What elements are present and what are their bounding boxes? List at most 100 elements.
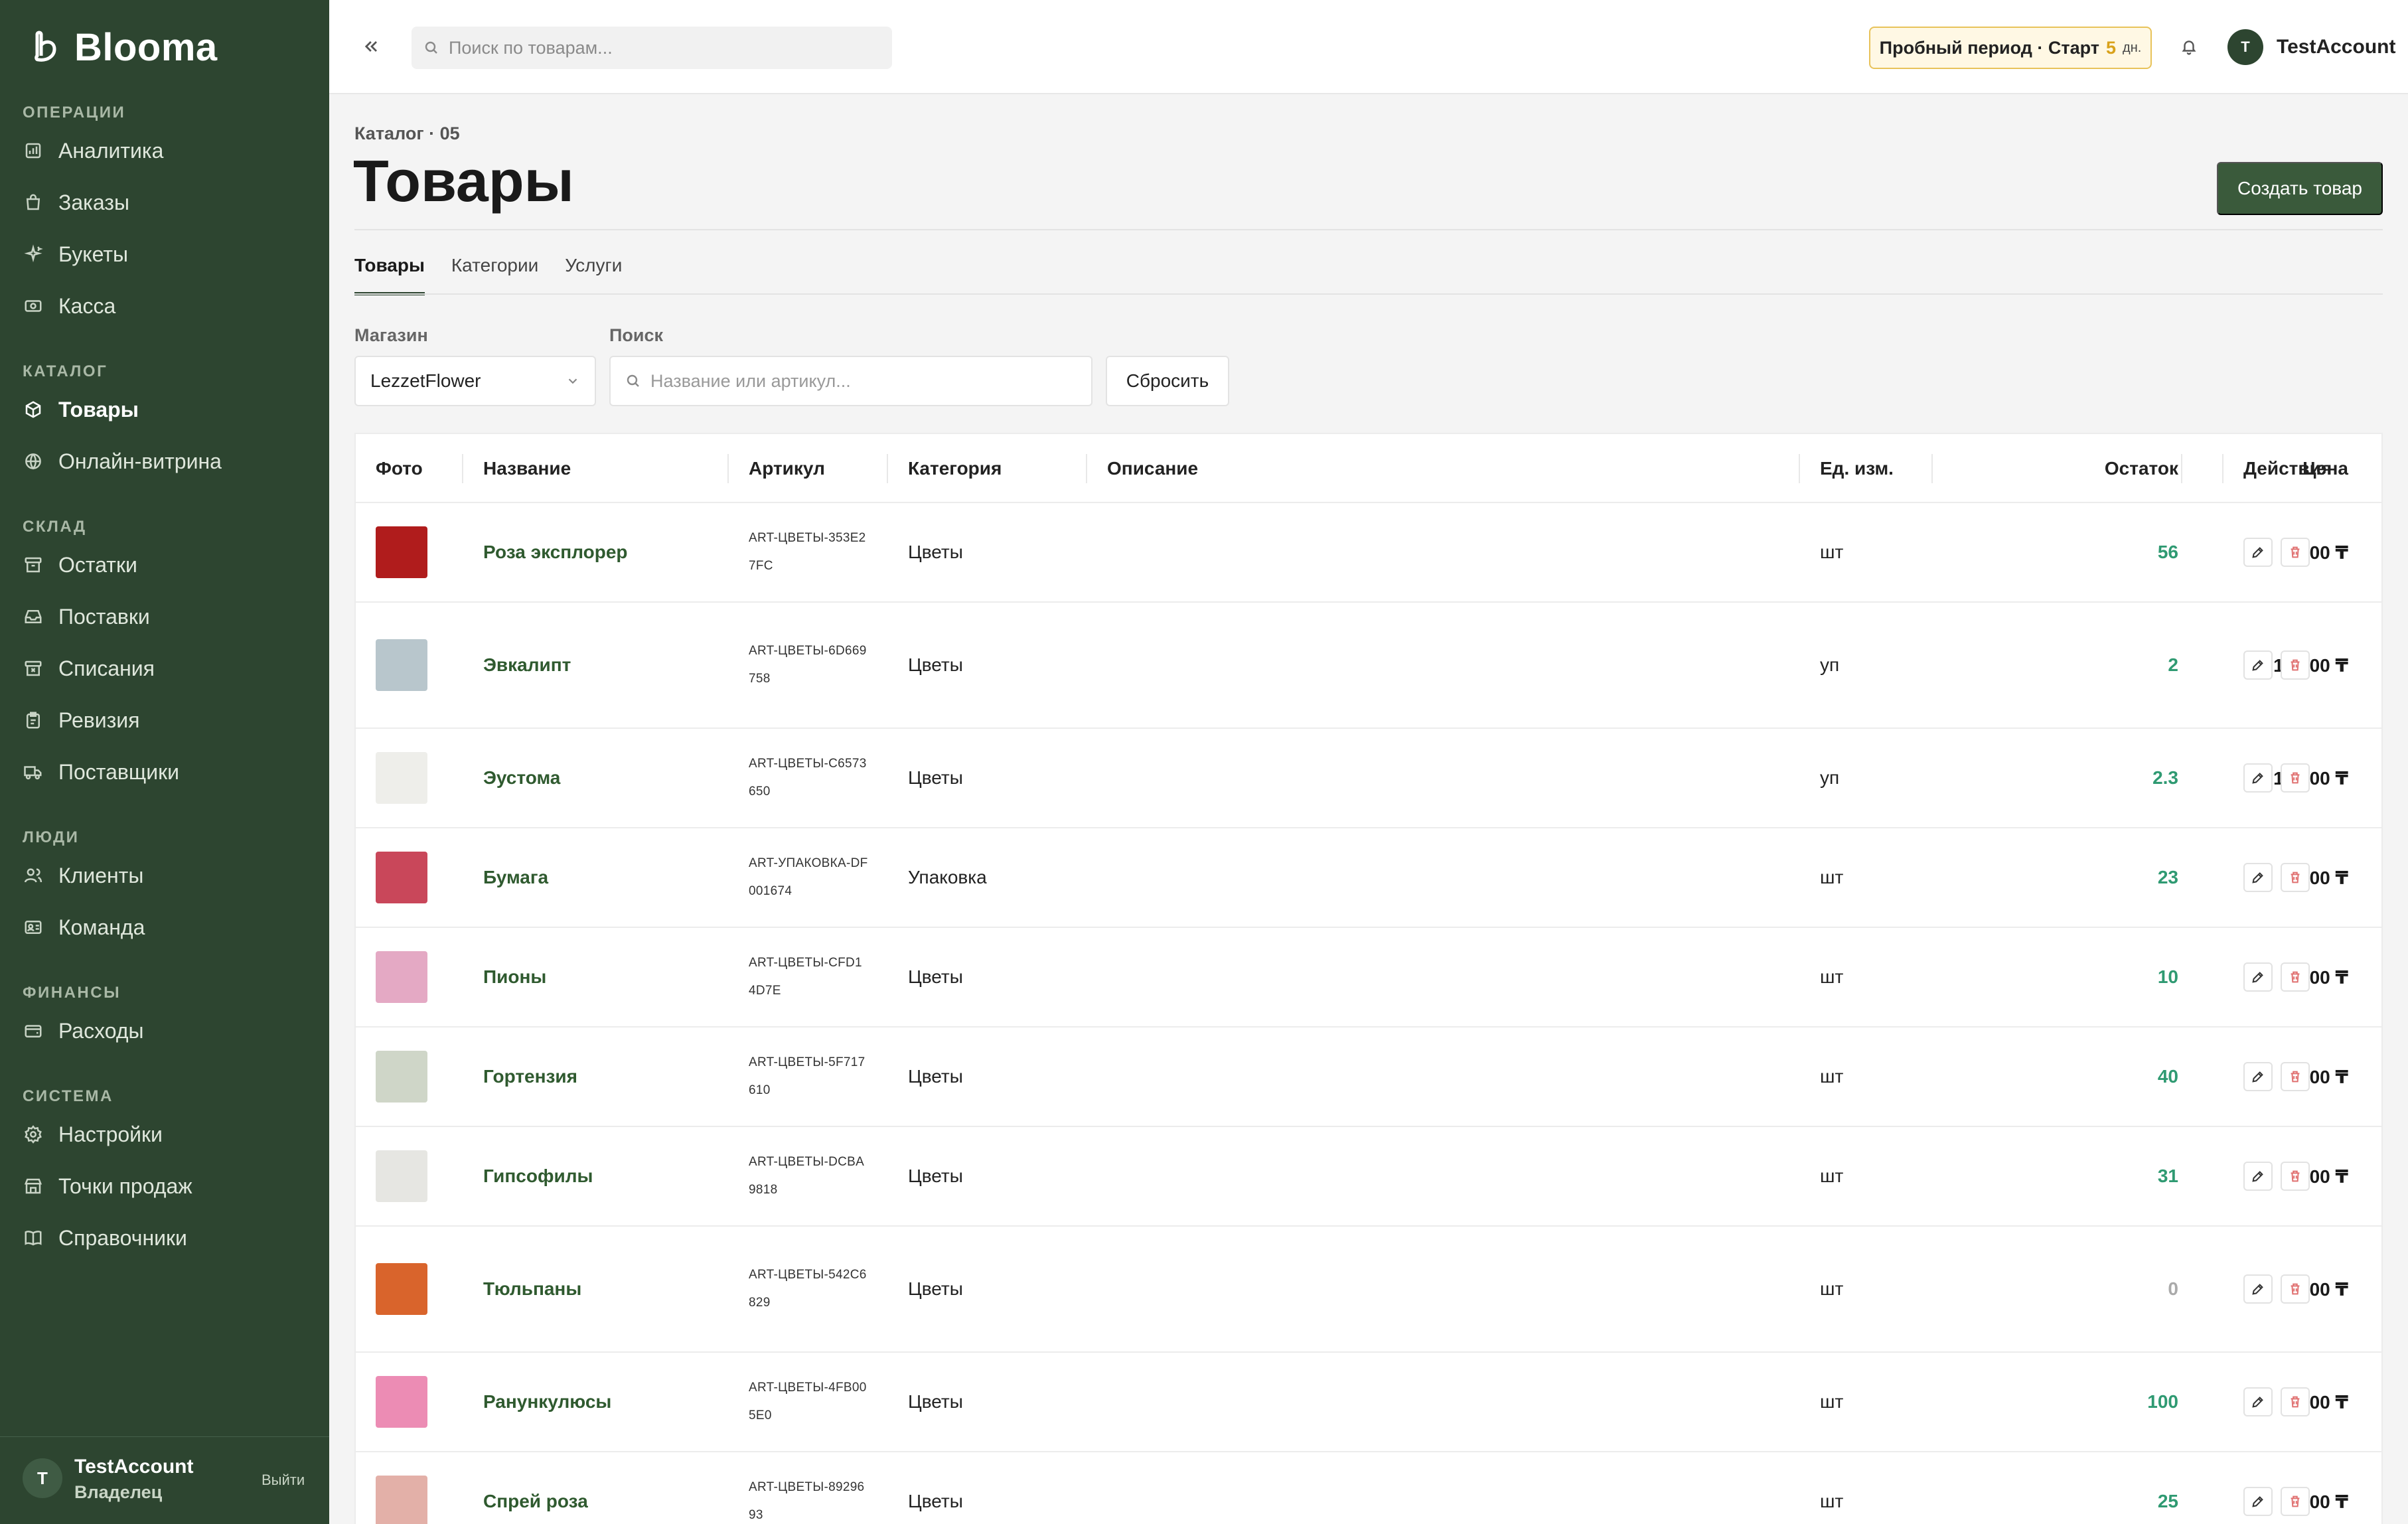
edit-button[interactable] (2243, 962, 2273, 992)
account-menu[interactable]: T TestAccount (2227, 29, 2395, 65)
sidebar-item-sparkle[interactable]: Букеты (23, 234, 315, 275)
edit-button[interactable] (2243, 650, 2273, 680)
column-header-unit[interactable]: Ед. изм. (1799, 434, 1894, 503)
delete-button[interactable] (2281, 1274, 2310, 1304)
sidebar-item-inbox[interactable]: Поставки (23, 596, 315, 637)
product-name-link[interactable]: Пионы (483, 966, 546, 988)
tab-services[interactable]: Услуги (565, 255, 622, 295)
account-name: TestAccount (2277, 36, 2396, 58)
product-photo[interactable] (376, 1376, 427, 1428)
edit-button[interactable] (2243, 863, 2273, 892)
edit-button[interactable] (2243, 1387, 2273, 1416)
product-name-link[interactable]: Гортензия (483, 1066, 577, 1087)
delete-button[interactable] (2281, 650, 2310, 680)
sidebar-item-archive[interactable]: Остатки (23, 544, 315, 585)
table-row[interactable]: Пионы ART-ЦВЕТЫ-CFD14D7E Цветы шт 10 2 500 ₸ (356, 928, 2381, 1028)
column-header-sku[interactable]: Артикул (727, 434, 825, 503)
product-search-input[interactable] (650, 370, 1075, 392)
table-row[interactable]: Гипсофилы ART-ЦВЕТЫ-DCBA9818 Цветы шт 31 2 20… (356, 1127, 2381, 1227)
product-name-link[interactable]: Эустома (483, 767, 560, 789)
product-photo[interactable] (376, 752, 427, 804)
trash-icon (2291, 872, 2300, 883)
global-search[interactable] (412, 27, 892, 69)
column-header-description: Описание (1085, 434, 1198, 503)
sidebar-item-cube[interactable]: Товары (23, 389, 315, 430)
global-search-input[interactable] (449, 37, 873, 58)
delete-button[interactable] (2281, 1162, 2310, 1191)
product-photo[interactable] (376, 526, 427, 578)
sidebar-item-book[interactable]: Справочники (23, 1217, 315, 1258)
product-photo[interactable] (376, 1051, 427, 1103)
sidebar-item-wallet[interactable]: Расходы (23, 1010, 315, 1051)
product-name-link[interactable]: Бумага (483, 867, 548, 888)
sidebar-item-gear[interactable]: Настройки (23, 1114, 315, 1155)
product-photo[interactable] (376, 639, 427, 691)
product-category: Цветы (908, 654, 963, 675)
trash-icon (2291, 546, 2300, 558)
cash-icon (23, 295, 44, 317)
product-photo[interactable] (376, 1476, 427, 1524)
delete-button[interactable] (2281, 763, 2310, 793)
edit-button[interactable] (2243, 1062, 2273, 1091)
edit-button[interactable] (2243, 1162, 2273, 1191)
delete-button[interactable] (2281, 538, 2310, 567)
product-name-link[interactable]: Тюльпаны (483, 1278, 581, 1300)
product-search[interactable] (609, 356, 1092, 406)
table-row[interactable]: Бумага ART-УПАКОВКА-DF001674 Упаковка шт 23 1… (356, 828, 2381, 928)
table-row[interactable]: Эустома ART-ЦВЕТЫ-C6573650 Цветы уп 2.3 15 00… (356, 729, 2381, 828)
product-photo[interactable] (376, 1150, 427, 1202)
sidebar-item-clipboard[interactable]: Ревизия (23, 700, 315, 741)
delete-button[interactable] (2281, 962, 2310, 992)
table-row[interactable]: Эвкалипт ART-ЦВЕТЫ-6D669758 Цветы уп 2 10 000… (356, 603, 2381, 729)
product-photo[interactable] (376, 951, 427, 1003)
delete-button[interactable] (2281, 1387, 2310, 1416)
logout-button[interactable]: Выйти (262, 1472, 305, 1489)
delete-button[interactable] (2281, 863, 2310, 892)
id-card-icon (23, 917, 44, 938)
table-row[interactable]: Роза эксплорер ART-ЦВЕТЫ-353E27FC Цветы шт 5… (356, 503, 2381, 603)
sidebar-item-globe[interactable]: Онлайн-витрина (23, 441, 315, 482)
edit-button[interactable] (2243, 1487, 2273, 1516)
tab-products[interactable]: Товары (354, 255, 425, 295)
photo-cell (376, 928, 427, 1026)
table-row[interactable]: Гортензия ART-ЦВЕТЫ-5F717610 Цветы шт 40 800 … (356, 1028, 2381, 1127)
product-name-link[interactable]: Гипсофилы (483, 1166, 593, 1187)
notifications-button[interactable] (2177, 35, 2201, 58)
table-row[interactable]: Спрей роза ART-ЦВЕТЫ-8929693 Цветы шт 25 1 40… (356, 1452, 2381, 1524)
product-photo[interactable] (376, 852, 427, 903)
sidebar-item-users[interactable]: Клиенты (23, 855, 315, 896)
brand[interactable]: Blooma (32, 25, 218, 70)
column-header-name[interactable]: Название (461, 434, 571, 503)
sidebar-item-label: Расходы (58, 1018, 144, 1043)
product-name-link[interactable]: Роза эксплорер (483, 542, 628, 563)
edit-button[interactable] (2243, 538, 2273, 567)
delete-button[interactable] (2281, 1062, 2310, 1091)
edit-button[interactable] (2243, 1274, 2273, 1304)
sidebar-item-id-card[interactable]: Команда (23, 907, 315, 948)
sidebar-item-bag[interactable]: Заказы (23, 182, 315, 223)
product-name-link[interactable]: Спрей роза (483, 1491, 588, 1512)
sidebar-item-store[interactable]: Точки продаж (23, 1166, 315, 1207)
reset-filters-button[interactable]: Сбросить (1106, 356, 1229, 406)
create-product-button[interactable]: Создать товар (2217, 162, 2383, 215)
column-header-category[interactable]: Категория (886, 434, 1002, 503)
category-cell: Цветы (908, 928, 963, 1026)
column-header-stock[interactable]: Остаток (1931, 434, 2178, 503)
edit-button[interactable] (2243, 763, 2273, 793)
collapse-sidebar-button[interactable] (360, 35, 384, 58)
table-row[interactable]: Тюльпаны ART-ЦВЕТЫ-542C6829 Цветы шт 0 700 ₸ (356, 1227, 2381, 1353)
sidebar-item-cash[interactable]: Касса (23, 285, 315, 327)
sidebar-item-archive-x[interactable]: Списания (23, 648, 315, 689)
trial-badge[interactable]: Пробный период · Старт 5 дн. (1869, 27, 2152, 69)
sidebar-item-chart[interactable]: Аналитика (23, 130, 315, 171)
delete-button[interactable] (2281, 1487, 2310, 1516)
sidebar-item-truck[interactable]: Поставщики (23, 751, 315, 793)
product-name-link[interactable]: Эвкалипт (483, 654, 571, 676)
sidebar-section-title: ФИНАНСЫ (23, 984, 121, 1002)
product-name-link[interactable]: Ранункулюсы (483, 1391, 611, 1412)
store-select[interactable]: LezzetFlower (354, 356, 596, 406)
product-photo[interactable] (376, 1263, 427, 1315)
table-row[interactable]: Ранункулюсы ART-ЦВЕТЫ-4FB005E0 Цветы шт 100 2… (356, 1353, 2381, 1452)
tab-categories[interactable]: Категории (451, 255, 538, 295)
avatar[interactable]: T (23, 1458, 62, 1498)
